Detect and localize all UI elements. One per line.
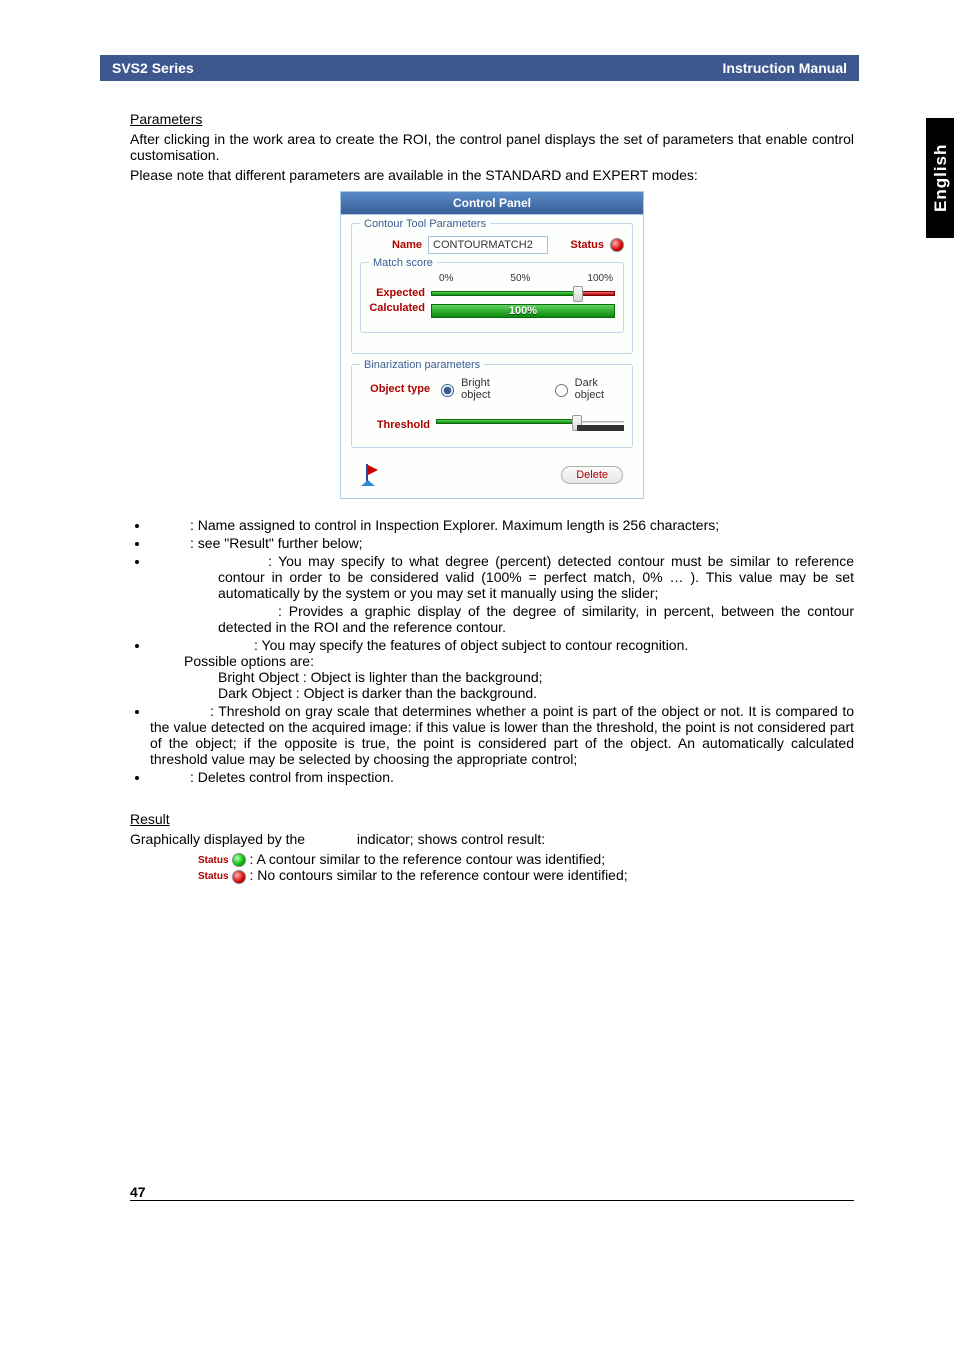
threshold-slider[interactable]	[436, 415, 624, 435]
scale-0: 0%	[439, 273, 453, 284]
bullet-delete: : Deletes control from inspection.	[150, 769, 854, 785]
header-bar: SVS2 Series Instruction Manual	[100, 55, 859, 81]
scale-100: 100%	[587, 273, 613, 284]
expected-slider[interactable]	[431, 286, 615, 300]
intro-p2: Please note that different parameters ar…	[130, 167, 854, 183]
expected-label: Expected	[369, 287, 431, 299]
bullet-dark-object: Dark Object : Object is darker than the …	[218, 685, 854, 701]
dark-object-text: Dark object	[575, 377, 624, 401]
match-score-group: Match score 0% 50% 100% Expected	[360, 262, 624, 333]
group1-title: Contour Tool Parameters	[360, 218, 490, 230]
binarization-parameters-group: Binarization parameters Object type Brig…	[351, 364, 633, 448]
parameters-heading: Parameters	[130, 111, 854, 127]
calculated-value: 100%	[431, 304, 615, 318]
threshold-label: Threshold	[360, 419, 436, 431]
parameter-bullets: : Name assigned to control in Inspection…	[150, 517, 854, 785]
header-right: Instruction Manual	[723, 60, 847, 76]
name-label: Name	[360, 239, 422, 251]
bullet-options-intro: Possible options are:	[184, 653, 854, 669]
control-panel: Control Panel Contour Tool Parameters Na…	[340, 191, 644, 499]
status-led-red-icon-2	[232, 870, 246, 884]
scale-50: 50%	[510, 273, 530, 284]
bullet-objecttype: : You may specify the features of object…	[150, 637, 854, 701]
language-tab: English	[926, 118, 954, 238]
calculated-label: Calculated	[369, 302, 431, 314]
bullet-name: : Name assigned to control in Inspection…	[150, 517, 854, 533]
object-type-label: Object type	[360, 383, 430, 395]
delete-button[interactable]: Delete	[561, 466, 623, 484]
result-desc: Graphically displayed by the indicator; …	[130, 831, 854, 847]
bright-object-text: Bright object	[461, 377, 515, 401]
intro-p1: After clicking in the work area to creat…	[130, 131, 854, 163]
flag-icon	[361, 464, 379, 486]
bullet-threshold: : Threshold on gray scale that determine…	[150, 703, 854, 767]
group2-title: Binarization parameters	[360, 359, 484, 371]
match-score-title: Match score	[369, 257, 437, 269]
calculated-bar: 100%	[431, 302, 615, 320]
control-panel-title: Control Panel	[341, 192, 643, 215]
result-heading: Result	[130, 811, 854, 827]
bullet-status: : see "Result" further below;	[150, 535, 854, 551]
dark-object-radio[interactable]: Dark object	[550, 377, 624, 401]
result-green-line: Status : A contour similar to the refere…	[198, 851, 854, 867]
contour-tool-parameters-group: Contour Tool Parameters Name Status Matc…	[351, 223, 633, 354]
name-input[interactable]	[428, 236, 548, 254]
status-led-green-icon	[232, 853, 246, 867]
bullet-calculated-desc: : Provides a graphic display of the degr…	[218, 603, 854, 635]
result-red-line: Status : No contours similar to the refe…	[198, 867, 854, 883]
bullet-matchscore: : You may specify to what degree (percen…	[150, 553, 854, 635]
bright-object-radio[interactable]: Bright object	[436, 377, 515, 401]
page-number: 47	[130, 1184, 146, 1200]
header-left: SVS2 Series	[112, 60, 194, 76]
bullet-bright-object: Bright Object : Object is lighter than t…	[218, 669, 854, 685]
status-label: Status	[570, 239, 604, 251]
status-led-red-icon	[610, 238, 624, 252]
bullet-expected-desc: : You may specify to what degree (percen…	[218, 553, 854, 601]
